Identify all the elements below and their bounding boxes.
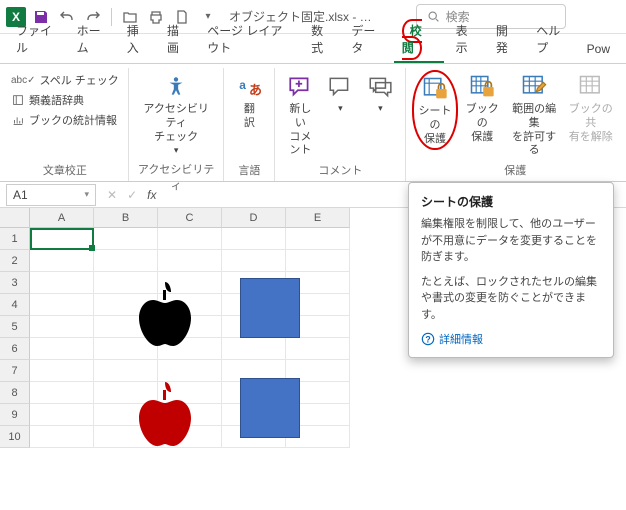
- comment-nav-button[interactable]: ▾: [321, 70, 359, 116]
- tooltip-body-2: たとえば、ロックされたセルの編集や書式の変更を防ぐことができます。: [421, 274, 601, 324]
- help-icon: ?: [421, 332, 435, 346]
- ribbon-tabs: ファイル ホーム 挿入 描画 ページ レイアウト 数式 データ 校閲 表示 開発…: [0, 34, 626, 64]
- protect-sheet-tooltip: シートの保護 編集権限を制限して、他のユーザーが不用意にデータを変更することを防…: [408, 182, 614, 358]
- protect-workbook-icon: [467, 72, 497, 102]
- new-comment-button[interactable]: 新しい コメント: [281, 70, 319, 160]
- group-comments: 新しい コメント ▾ ▾ コメント: [275, 68, 406, 181]
- comment-icon: [285, 72, 315, 102]
- tab-data[interactable]: データ: [343, 16, 389, 63]
- highlighted-circle: 校閲: [402, 19, 422, 60]
- blue-square-shape-2[interactable]: [240, 378, 300, 438]
- tab-help[interactable]: ヘルプ: [528, 16, 574, 63]
- group-proofing: abc✓スペル チェック 類義語辞典 ブックの統計情報 文章校正: [2, 68, 129, 181]
- select-all-corner[interactable]: [0, 208, 30, 228]
- tab-view[interactable]: 表示: [448, 16, 484, 63]
- name-box[interactable]: A1▾: [6, 184, 96, 206]
- tab-draw[interactable]: 描画: [159, 16, 195, 63]
- svg-text:?: ?: [425, 335, 430, 345]
- allow-edit-ranges-button[interactable]: 範囲の編集 を許可する: [507, 70, 562, 160]
- group-protect: シートの 保護 ブックの 保護 範囲の編集 を許可する ブックの共 有を解除 保…: [406, 68, 624, 181]
- show-comments-button[interactable]: ▾: [361, 70, 399, 116]
- apple-red-shape[interactable]: [135, 378, 195, 450]
- workbook-stats-button[interactable]: ブックの統計情報: [8, 110, 122, 130]
- tab-page-layout[interactable]: ページ レイアウト: [199, 16, 299, 63]
- ribbon: abc✓スペル チェック 類義語辞典 ブックの統計情報 文章校正 アクセシビリテ…: [0, 64, 626, 182]
- apple-black-shape[interactable]: [135, 278, 195, 350]
- group-accessibility: アクセシビリティ チェック▾ アクセシビリティ: [129, 68, 225, 181]
- tooltip-more-link[interactable]: ? 詳細情報: [421, 331, 601, 347]
- spellcheck-button[interactable]: abc✓スペル チェック: [8, 70, 122, 90]
- tab-file[interactable]: ファイル: [8, 16, 65, 63]
- protect-sheet-button[interactable]: シートの 保護: [412, 70, 457, 150]
- accessibility-icon: [161, 72, 191, 102]
- tab-pow[interactable]: Pow: [579, 36, 618, 63]
- tab-home[interactable]: ホーム: [69, 16, 115, 63]
- blue-square-shape-1[interactable]: [240, 278, 300, 338]
- protect-workbook-button[interactable]: ブックの 保護: [460, 70, 505, 146]
- tab-review[interactable]: 校閲: [394, 16, 444, 63]
- accessibility-check-button[interactable]: アクセシビリティ チェック▾: [135, 70, 218, 159]
- tooltip-title: シートの保護: [421, 193, 601, 210]
- translate-button[interactable]: aあ 翻 訳: [230, 70, 268, 133]
- protect-sheet-icon: [420, 74, 450, 104]
- group-language: aあ 翻 訳 言語: [224, 68, 275, 181]
- svg-text:a: a: [240, 78, 247, 92]
- translate-icon: aあ: [234, 72, 264, 102]
- show-comments-icon: [365, 72, 395, 102]
- comment-nav-icon: [325, 72, 355, 102]
- tab-formulas[interactable]: 数式: [303, 16, 339, 63]
- thesaurus-button[interactable]: 類義語辞典: [8, 90, 122, 110]
- tab-insert[interactable]: 挿入: [119, 16, 155, 63]
- unshare-icon: [576, 72, 606, 102]
- svg-text:あ: あ: [249, 83, 262, 98]
- edit-ranges-icon: [519, 72, 549, 102]
- fx-cancel-icon: ✕: [107, 188, 117, 202]
- tab-developer[interactable]: 開発: [488, 16, 524, 63]
- unshare-workbook-button: ブックの共 有を解除: [563, 70, 618, 146]
- tooltip-body-1: 編集権限を制限して、他のユーザーが不用意にデータを変更することを防ぎます。: [421, 216, 601, 266]
